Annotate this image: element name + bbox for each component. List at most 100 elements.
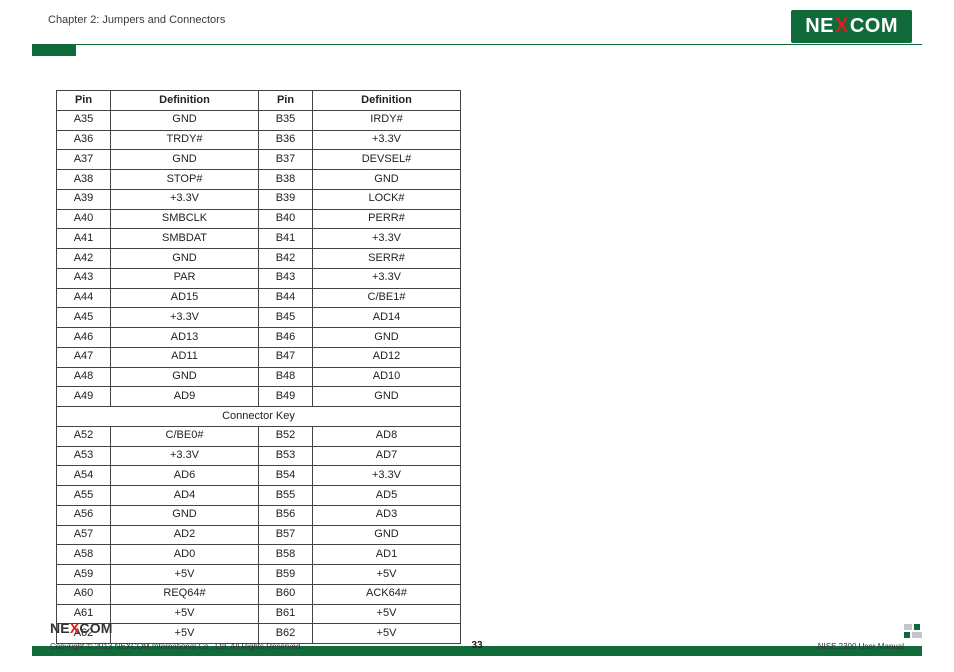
table-row: A52C/BE0#B52AD8 — [57, 426, 461, 446]
cell-pin-b: B40 — [259, 209, 313, 229]
logo-text-x: X — [834, 15, 850, 37]
cell-pin-a: A36 — [57, 130, 111, 150]
cell-def-a: SMBCLK — [111, 209, 259, 229]
col-header-pin-a: Pin — [57, 91, 111, 111]
cell-def-b: GND — [313, 328, 461, 348]
table-row: A37GNDB37DEVSEL# — [57, 150, 461, 170]
col-header-pin-b: Pin — [259, 91, 313, 111]
cell-pin-a: A39 — [57, 189, 111, 209]
cell-def-a: AD6 — [111, 466, 259, 486]
cell-def-b: AD10 — [313, 367, 461, 387]
table-row: A35GNDB35IRDY# — [57, 110, 461, 130]
table-row: A36TRDY#B36+3.3V — [57, 130, 461, 150]
table-row: A54AD6B54+3.3V — [57, 466, 461, 486]
table-row: A40SMBCLKB40PERR# — [57, 209, 461, 229]
cell-pin-b: B43 — [259, 268, 313, 288]
cell-def-b: +5V — [313, 624, 461, 644]
footer-logo-right: COM — [79, 620, 112, 636]
cell-pin-a: A59 — [57, 565, 111, 585]
table-header-row: Pin Definition Pin Definition — [57, 91, 461, 111]
cell-def-a: GND — [111, 505, 259, 525]
page-footer: NEXCOM Copyright © 2013 NEXCOM Internati… — [32, 646, 922, 656]
cell-pin-b: B45 — [259, 308, 313, 328]
table-row: A48GNDB48AD10 — [57, 367, 461, 387]
table-row: A45+3.3VB45AD14 — [57, 308, 461, 328]
cell-def-b: GND — [313, 525, 461, 545]
table-row: A53+3.3VB53AD7 — [57, 446, 461, 466]
cell-pin-a: A53 — [57, 446, 111, 466]
footer-decoration-icon — [904, 624, 922, 638]
page-number: 33 — [471, 640, 482, 651]
cell-pin-b: B42 — [259, 249, 313, 269]
logo-text-left: NE — [805, 15, 834, 37]
cell-def-b: DEVSEL# — [313, 150, 461, 170]
cell-pin-b: B53 — [259, 446, 313, 466]
cell-pin-b: B60 — [259, 584, 313, 604]
cell-def-b: AD12 — [313, 347, 461, 367]
table-row: A44AD15B44C/BE1# — [57, 288, 461, 308]
cell-def-a: AD4 — [111, 486, 259, 506]
cell-pin-b: B35 — [259, 110, 313, 130]
cell-def-b: AD7 — [313, 446, 461, 466]
pin-definition-table: Pin Definition Pin Definition A35GNDB35I… — [56, 90, 461, 644]
cell-pin-a: A43 — [57, 268, 111, 288]
cell-pin-b: B62 — [259, 624, 313, 644]
cell-def-a: +3.3V — [111, 308, 259, 328]
cell-def-a: REQ64# — [111, 584, 259, 604]
cell-def-a: +5V — [111, 565, 259, 585]
cell-pin-b: B58 — [259, 545, 313, 565]
footer-logo-left: NE — [50, 620, 70, 636]
cell-pin-a: A57 — [57, 525, 111, 545]
manual-name: NISE 2300 User Manual — [818, 642, 904, 651]
cell-pin-a: A56 — [57, 505, 111, 525]
table-row: A55AD4B55AD5 — [57, 486, 461, 506]
table-row: A59+5VB59+5V — [57, 565, 461, 585]
cell-def-b: +3.3V — [313, 466, 461, 486]
cell-pin-a: A45 — [57, 308, 111, 328]
table-row: A38STOP#B38GND — [57, 170, 461, 190]
cell-def-b: IRDY# — [313, 110, 461, 130]
cell-def-a: GND — [111, 249, 259, 269]
cell-pin-a: A37 — [57, 150, 111, 170]
cell-pin-a: A41 — [57, 229, 111, 249]
cell-pin-a: A54 — [57, 466, 111, 486]
cell-def-a: +3.3V — [111, 189, 259, 209]
cell-pin-b: B44 — [259, 288, 313, 308]
cell-def-b: AD3 — [313, 505, 461, 525]
cell-pin-b: B55 — [259, 486, 313, 506]
cell-def-a: AD0 — [111, 545, 259, 565]
footer-logo-x: X — [70, 620, 80, 636]
cell-pin-a: A48 — [57, 367, 111, 387]
cell-def-b: AD1 — [313, 545, 461, 565]
cell-def-b: +3.3V — [313, 229, 461, 249]
cell-pin-a: A49 — [57, 387, 111, 407]
cell-pin-b: B39 — [259, 189, 313, 209]
col-header-def-a: Definition — [111, 91, 259, 111]
cell-def-a: AD15 — [111, 288, 259, 308]
cell-pin-b: B52 — [259, 426, 313, 446]
cell-def-a: STOP# — [111, 170, 259, 190]
header-accent-block — [32, 44, 76, 56]
cell-pin-a: A55 — [57, 486, 111, 506]
cell-def-b: AD5 — [313, 486, 461, 506]
cell-def-a: GND — [111, 110, 259, 130]
cell-def-b: +3.3V — [313, 268, 461, 288]
cell-pin-a: A38 — [57, 170, 111, 190]
cell-def-b: GND — [313, 387, 461, 407]
cell-def-a: +3.3V — [111, 446, 259, 466]
cell-pin-a: A44 — [57, 288, 111, 308]
connector-key-cell: Connector Key — [57, 407, 461, 427]
cell-pin-b: B59 — [259, 565, 313, 585]
table-row: A60REQ64#B60ACK64# — [57, 584, 461, 604]
cell-def-b: +5V — [313, 565, 461, 585]
cell-pin-b: B48 — [259, 367, 313, 387]
cell-pin-a: A52 — [57, 426, 111, 446]
table-row: A41SMBDATB41+3.3V — [57, 229, 461, 249]
cell-def-b: LOCK# — [313, 189, 461, 209]
cell-def-b: C/BE1# — [313, 288, 461, 308]
cell-def-b: GND — [313, 170, 461, 190]
cell-def-b: SERR# — [313, 249, 461, 269]
cell-pin-b: B47 — [259, 347, 313, 367]
cell-def-b: AD8 — [313, 426, 461, 446]
copyright-text: Copyright © 2013 NEXCOM International Co… — [50, 642, 303, 651]
